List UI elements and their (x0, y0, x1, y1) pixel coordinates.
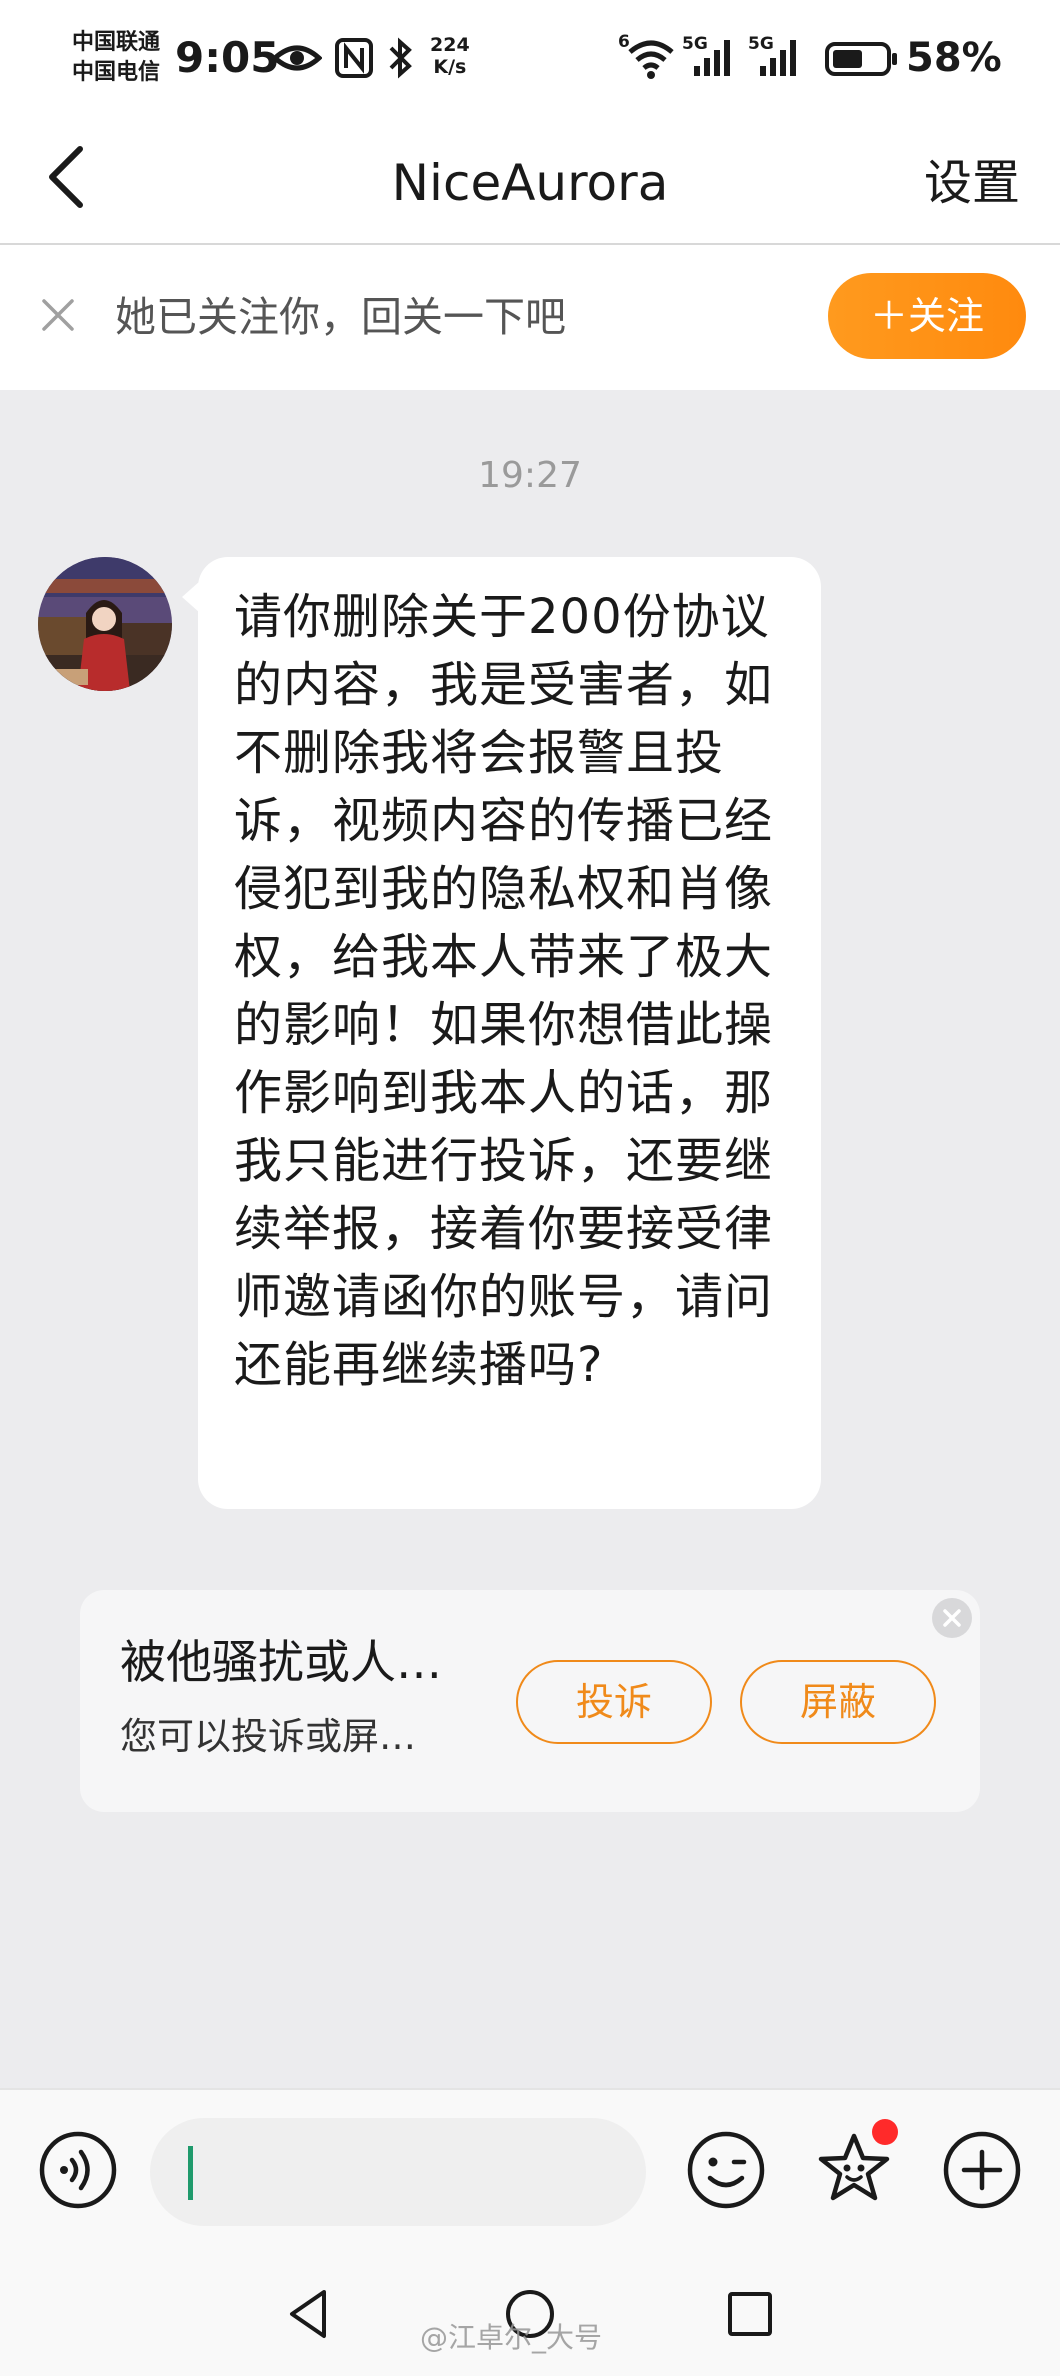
back-triangle-icon[interactable] (280, 2284, 340, 2344)
message-text: 请你删除关于200份协议的内容，我是受害者，如不删除我将会报警且投诉，视频内容的… (234, 589, 774, 1393)
report-button[interactable]: 投诉 (516, 1660, 712, 1744)
avatar-photo (38, 557, 172, 691)
notification-dot (872, 2119, 898, 2145)
status-time: 9:05 (175, 33, 280, 82)
net-speed: 224 K/s (430, 34, 470, 78)
nfc-icon (335, 38, 373, 78)
signal-strength-icon (760, 40, 796, 76)
card-close-button[interactable] (932, 1598, 972, 1638)
follow-back-banner: 她已关注你，回关一下吧 ＋关注 (0, 245, 1060, 390)
message-timestamp: 19:27 (478, 455, 582, 496)
carrier-1: 中国联通 (72, 30, 161, 55)
emoji-icon[interactable] (684, 2128, 768, 2212)
message-input[interactable] (150, 2118, 646, 2226)
chat-contact-name: NiceAurora (391, 154, 669, 212)
carrier-names: 中国联通 中国电信 (72, 28, 160, 88)
harassment-title: 被他骚扰或人… (120, 1635, 442, 1689)
incoming-message-bubble[interactable]: 请你删除关于200份协议的内容，我是受害者，如不删除我将会报警且投诉，视频内容的… (182, 557, 821, 1509)
eye-icon (272, 45, 322, 71)
text-caret (188, 2146, 193, 2200)
settings-button[interactable]: 设置 (924, 135, 1020, 231)
back-arrow-icon[interactable] (36, 137, 96, 217)
bluetooth-icon (389, 37, 412, 79)
close-icon (943, 1609, 961, 1627)
voice-icon[interactable] (36, 2128, 120, 2212)
message-input-bar (0, 2088, 1060, 2248)
status-bar: 中国联通 中国电信 9:05 224 K/s 6 5G 5G 58% (0, 0, 1060, 115)
harassment-prompt-card: 被他骚扰或人… 您可以投诉或屏… 投诉 屏蔽 (80, 1590, 980, 1812)
follow-button[interactable]: ＋关注 (828, 273, 1026, 359)
battery-percent: 58% (906, 35, 1002, 81)
system-navigation-bar (0, 2248, 1060, 2376)
weibo-watermark: @江卓尔_大号 (420, 2321, 603, 2354)
bubble-tail (182, 581, 200, 613)
wifi-icon (628, 40, 674, 79)
avatar[interactable] (38, 557, 172, 691)
carrier-2: 中国电信 (72, 60, 161, 85)
battery-icon (825, 42, 897, 76)
follow-back-prompt: 她已关注你，回关一下吧 (115, 293, 566, 341)
signal-strength-icon (694, 40, 730, 76)
chat-header: NiceAurora 设置 (0, 115, 1060, 245)
net-speed-unit: K/s (433, 56, 467, 78)
net-speed-value: 224 (430, 34, 470, 56)
block-button[interactable]: 屏蔽 (740, 1660, 936, 1744)
recents-square-icon[interactable] (720, 2284, 780, 2344)
plus-icon[interactable] (940, 2128, 1024, 2212)
harassment-subtitle: 您可以投诉或屏… (120, 1715, 416, 1758)
close-icon[interactable] (36, 293, 80, 337)
